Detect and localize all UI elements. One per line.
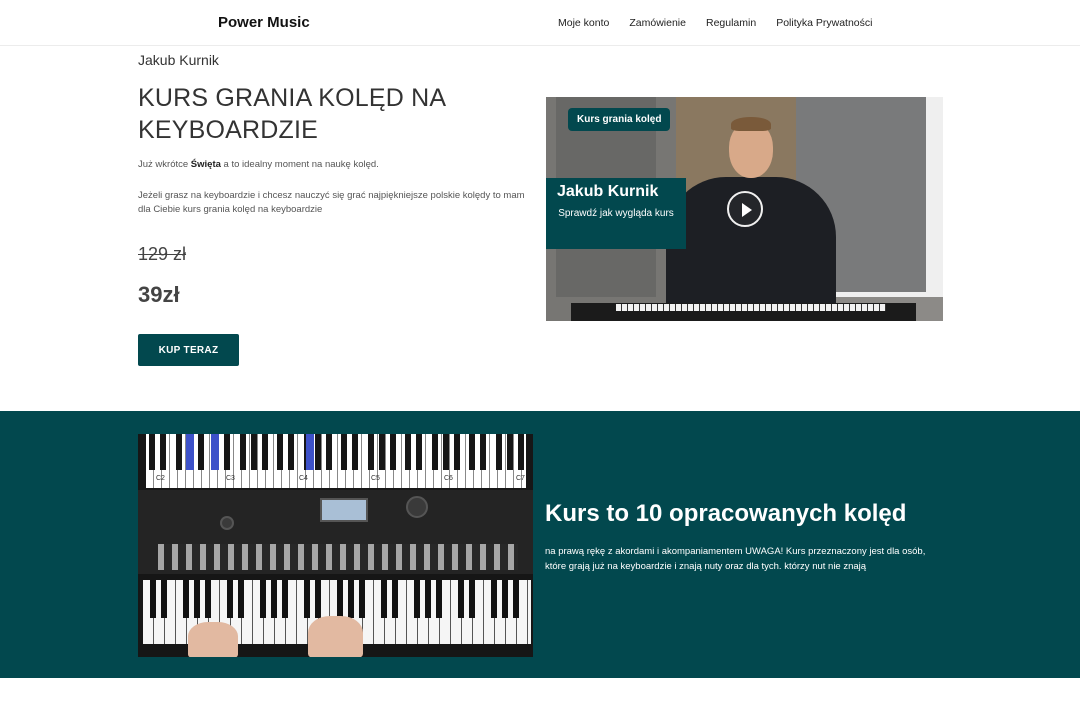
hero-intro-bold: Święta: [190, 159, 221, 170]
keyboard-image: C2 C3 C4 C5 C6 C7: [138, 434, 533, 657]
nav-order[interactable]: Zamówienie: [629, 17, 686, 29]
presenter-hair: [731, 117, 771, 131]
video-subtitle: Sprawdź jak wygląda kurs: [558, 208, 674, 219]
hero-intro-end: a to idealny moment na naukę kolęd.: [220, 159, 379, 170]
left-hand: [188, 622, 238, 657]
course-title: Kurs to 10 opracowanych kolęd: [545, 500, 907, 527]
keyboard-buttons: [158, 544, 518, 570]
video-keyboard-keys: [616, 304, 886, 311]
key-label: C5: [371, 475, 380, 482]
video-caption-box: Jakub Kurnik Sprawdź jak wygląda kurs: [546, 178, 686, 249]
key-label: C6: [444, 475, 453, 482]
key-label: C7: [516, 475, 525, 482]
author-name: Jakub Kurnik: [138, 52, 219, 68]
video-tag: Kurs grania kolęd: [568, 108, 671, 131]
video-presenter-name: Jakub Kurnik: [557, 183, 659, 200]
keyboard-black-keys: [143, 580, 531, 618]
nav-my-account[interactable]: Moje konto: [558, 17, 609, 29]
course-video[interactable]: Kurs grania kolęd Jakub Kurnik Sprawdź j…: [546, 97, 943, 321]
highlighted-key: [306, 434, 314, 470]
right-hand: [308, 616, 363, 657]
key-label: C2: [156, 475, 165, 482]
keyboard-screen: [320, 498, 368, 522]
main-nav: Moje konto Zamówienie Regulamin Polityka…: [558, 17, 892, 29]
play-icon: [742, 203, 752, 217]
old-price: 129 zł: [138, 244, 187, 264]
course-info-section: C2 C3 C4 C5 C6 C7 Kurs to 10 opracowanyc…: [0, 411, 1080, 678]
key-label: C4: [299, 475, 308, 482]
course-description: na prawą rękę z akordami i akompaniament…: [545, 546, 926, 572]
hero-intro-start: Już wkrótce: [138, 159, 191, 170]
play-button[interactable]: [727, 191, 763, 227]
nav-privacy-policy[interactable]: Polityka Prywatności: [776, 17, 872, 29]
highlighted-key: [211, 434, 219, 470]
keyboard-knob: [220, 516, 234, 530]
buy-now-button[interactable]: KUP TERAZ: [138, 334, 239, 366]
hero-intro: Już wkrótce Święta a to idealny moment n…: [138, 159, 538, 170]
new-price: 39zł: [138, 282, 180, 307]
page-title: KURS GRANIA KOLĘD NA KEYBOARDZIE: [138, 84, 445, 144]
nav-terms[interactable]: Regulamin: [706, 17, 756, 29]
key-label: C3: [226, 475, 235, 482]
highlighted-key: [186, 434, 194, 470]
site-logo[interactable]: Power Music: [218, 14, 310, 31]
keyboard-diagram: C2 C3 C4 C5 C6 C7: [146, 434, 526, 488]
hero-description: Jeżeli grasz na keyboardzie i chcesz nau…: [138, 190, 525, 215]
diagram-black-keys: [149, 434, 525, 470]
site-header: Power Music Moje konto Zamówienie Regula…: [0, 0, 1080, 46]
keyboard-dial: [406, 496, 428, 518]
